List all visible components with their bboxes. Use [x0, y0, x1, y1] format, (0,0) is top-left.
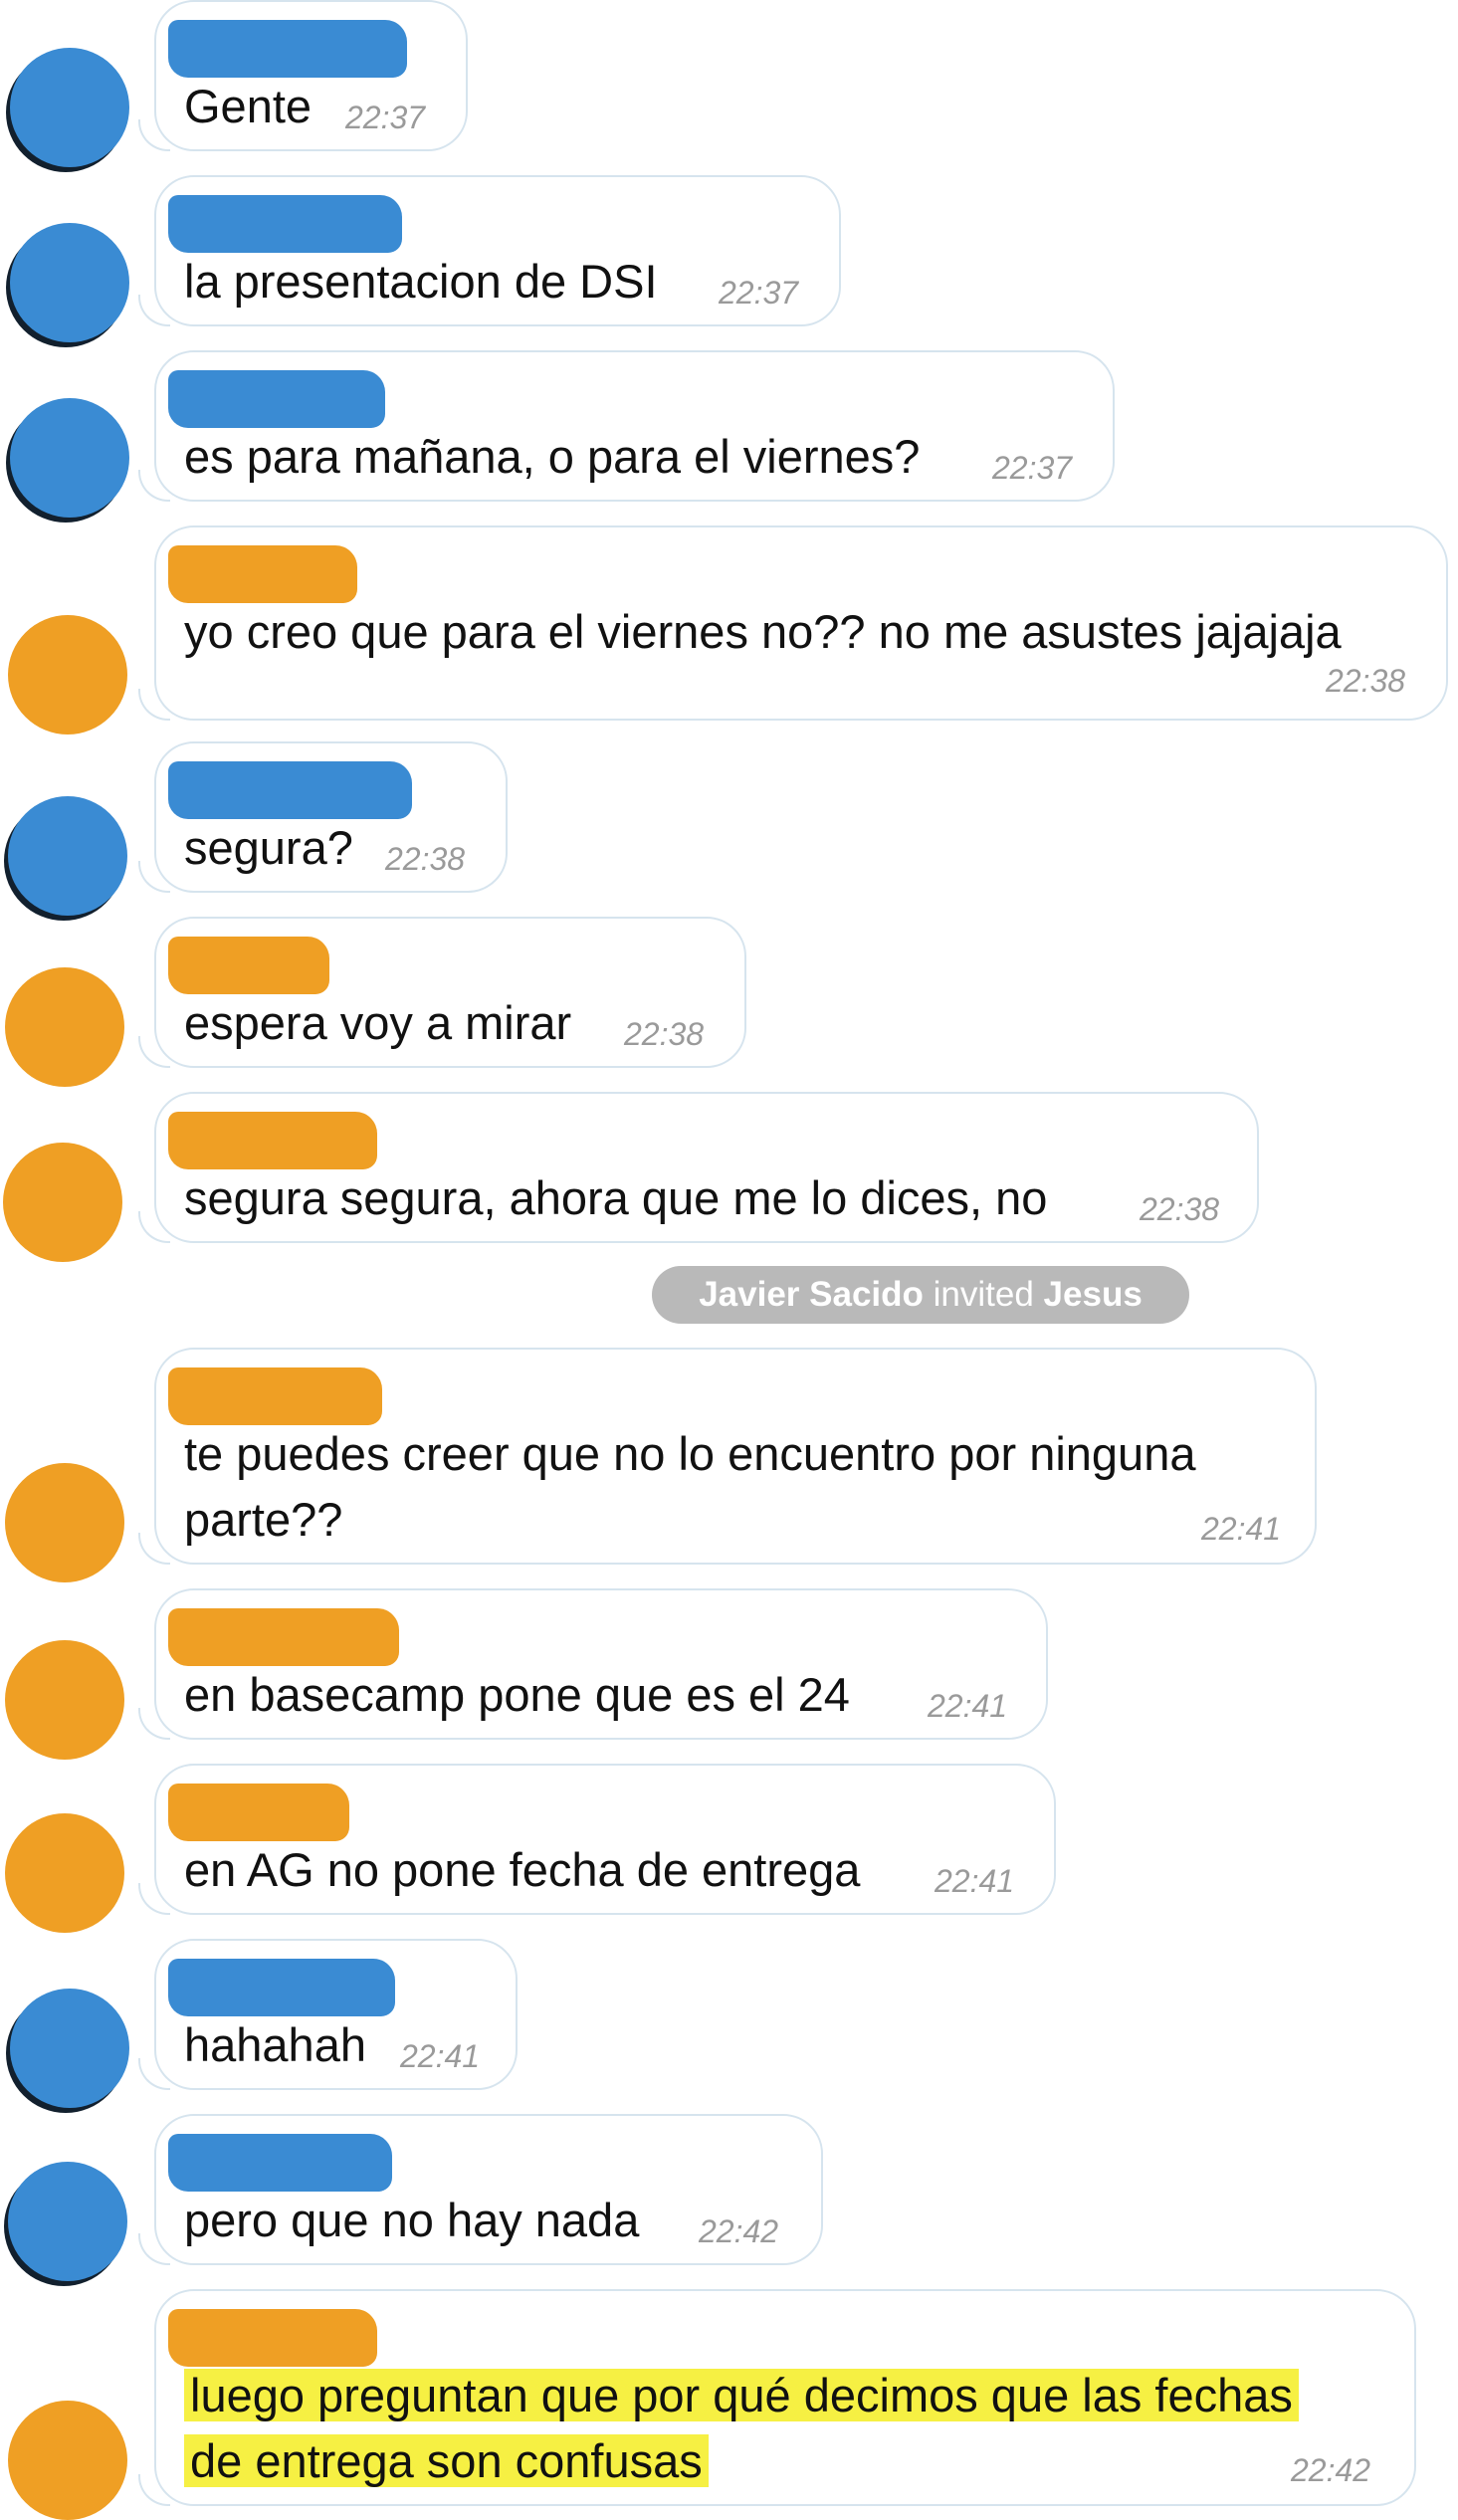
message-time: 22:42 [1291, 2452, 1371, 2488]
message-time: 22:37 [992, 450, 1073, 486]
message-bubble[interactable]: en basecamp pone que es el 24 22:41 [138, 1588, 1048, 1740]
sender-name-redacted[interactable] [168, 370, 385, 428]
sender-name-redacted[interactable] [168, 2309, 377, 2367]
message-bubble[interactable]: en AG no pone fecha de entrega 22:41 [138, 1764, 1056, 1915]
chat-history[interactable]: Gente 22:37 la presentacion de DSI 22:37… [0, 0, 1458, 2520]
avatar[interactable] [5, 1640, 124, 1760]
message-bubble[interactable]: la presentacion de DSI 22:37 [138, 175, 841, 326]
message-bubble[interactable]: hahahah 22:41 [138, 1939, 518, 2090]
message-time: 22:41 [1201, 1511, 1282, 1547]
message-time: 22:41 [935, 1863, 1015, 1899]
message-bubble[interactable]: es para mañana, o para el viernes? 22:37 [138, 350, 1115, 502]
sender-name-redacted[interactable] [168, 2134, 392, 2192]
avatar[interactable] [8, 615, 127, 735]
message-time: 22:41 [400, 2038, 481, 2074]
message-bubble[interactable]: Gente 22:37 [138, 0, 468, 151]
message-bubble[interactable]: segura segura, ahora que me lo dices, no… [138, 1092, 1259, 1243]
message-text: segura? [184, 821, 353, 874]
message-text-line: luego preguntan que por qué decimos que … [184, 2363, 1299, 2428]
message-bubble[interactable]: yo creo que para el viernes no?? no me a… [138, 525, 1448, 721]
avatar[interactable] [10, 223, 129, 342]
message-time: 22:37 [719, 275, 799, 311]
service-message: Javier Sacido invited Jesus [652, 1266, 1189, 1324]
service-target[interactable]: Jesus [1044, 1275, 1143, 1314]
service-action: invited [933, 1275, 1034, 1314]
avatar[interactable] [5, 967, 124, 1087]
sender-name-redacted[interactable] [168, 1959, 395, 2016]
message-bubble[interactable]: te puedes creer que no lo encuentro por … [138, 1348, 1317, 1565]
message-text: es para mañana, o para el viernes? [184, 430, 921, 483]
highlighted-text: de entrega son confusas [184, 2434, 709, 2487]
avatar[interactable] [5, 1463, 124, 1582]
message-text: en AG no pone fecha de entrega [184, 1843, 861, 1896]
sender-name-redacted[interactable] [168, 545, 357, 603]
message-bubble[interactable]: pero que no hay nada 22:42 [138, 2114, 823, 2265]
avatar[interactable] [3, 1143, 122, 1262]
message-time: 22:42 [699, 2213, 779, 2249]
message-time: 22:37 [345, 100, 426, 135]
sender-name-redacted[interactable] [168, 195, 402, 253]
highlighted-text: luego preguntan que por qué decimos que … [184, 2369, 1299, 2421]
avatar[interactable] [5, 1813, 124, 1933]
message-text-line: de entrega son confusas [184, 2428, 709, 2494]
message-time: 22:38 [624, 1016, 705, 1052]
message-text: yo creo que para el viernes no?? no me a… [184, 605, 1342, 658]
sender-name-redacted[interactable] [168, 1112, 377, 1169]
avatar[interactable] [8, 2162, 127, 2281]
message-text: espera voy a mirar [184, 996, 572, 1049]
message-time: 22:38 [1140, 1191, 1220, 1227]
message-text: en basecamp pone que es el 24 [184, 1668, 850, 1721]
message-bubble[interactable]: luego preguntan que por qué decimos que … [138, 2289, 1416, 2506]
sender-name-redacted[interactable] [168, 1608, 399, 1666]
message-text: hahahah [184, 2018, 366, 2071]
sender-name-redacted[interactable] [168, 761, 412, 819]
message-text-line: te puedes creer que no lo encuentro por … [184, 1427, 1196, 1480]
avatar[interactable] [10, 1989, 129, 2108]
avatar[interactable] [10, 48, 129, 167]
message-time: 22:38 [385, 841, 466, 877]
avatar[interactable] [8, 2401, 127, 2520]
sender-name-redacted[interactable] [168, 20, 407, 78]
message-time: 22:41 [928, 1688, 1008, 1724]
sender-name-redacted[interactable] [168, 937, 329, 994]
message-text: la presentacion de DSI [184, 255, 658, 308]
message-bubble[interactable]: espera voy a mirar 22:38 [138, 917, 746, 1068]
message-text-line: parte?? [184, 1493, 343, 1546]
sender-name-redacted[interactable] [168, 1784, 349, 1841]
message-bubble[interactable]: segura? 22:38 [138, 741, 508, 893]
service-actor[interactable]: Javier Sacido [699, 1275, 924, 1314]
avatar[interactable] [8, 796, 127, 916]
sender-name-redacted[interactable] [168, 1367, 382, 1425]
message-time: 22:38 [1326, 663, 1406, 699]
message-text: Gente [184, 80, 312, 132]
avatar[interactable] [10, 398, 129, 518]
message-text: segura segura, ahora que me lo dices, no [184, 1171, 1048, 1224]
message-text: pero que no hay nada [184, 2194, 640, 2246]
